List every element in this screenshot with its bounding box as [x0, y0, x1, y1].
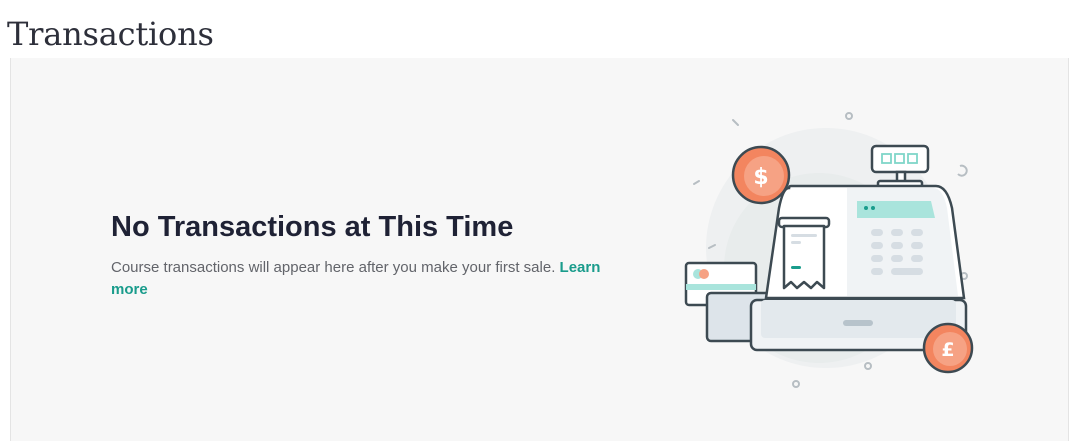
- empty-state-heading: No Transactions at This Time: [111, 211, 514, 243]
- empty-state-description: Course transactions will appear here aft…: [111, 257, 611, 301]
- dollar-coin-symbol: $: [753, 165, 768, 190]
- pound-coin-symbol: £: [941, 339, 954, 361]
- page-title: Transactions: [7, 15, 214, 53]
- empty-state-description-text: Course transactions will appear here aft…: [111, 259, 556, 276]
- empty-state-text: No Transactions at This Time Course tran…: [111, 208, 611, 301]
- cash-register-icon: $ £: [684, 112, 974, 388]
- empty-state-panel: No Transactions at This Time Course tran…: [10, 58, 1069, 441]
